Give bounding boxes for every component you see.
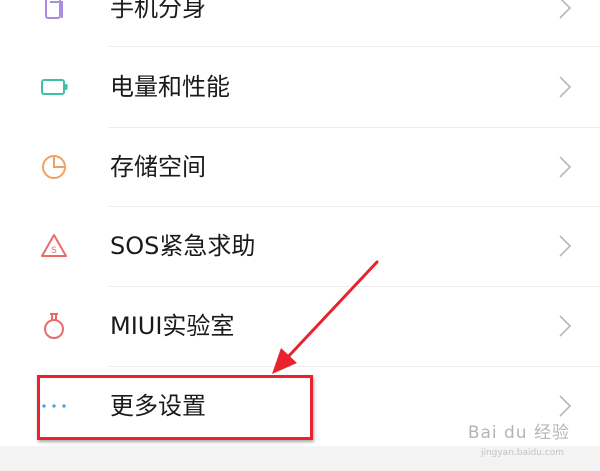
annotation-arrow-icon (272, 260, 379, 374)
